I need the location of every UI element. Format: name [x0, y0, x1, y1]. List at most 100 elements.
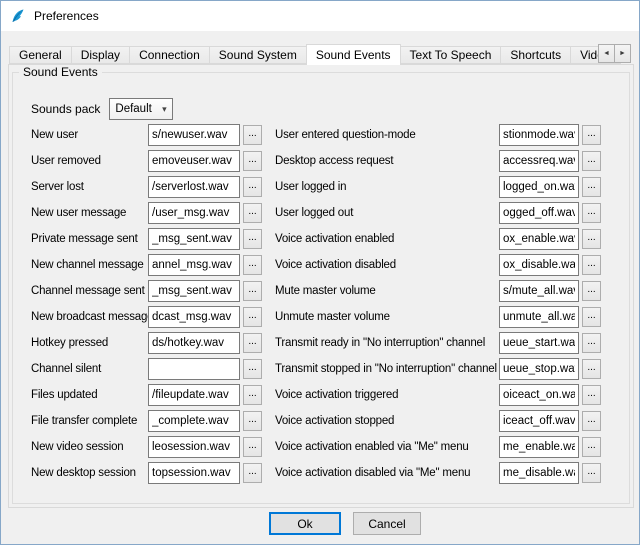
sound-event-row: Files updated...: [31, 384, 262, 406]
sound-event-row: Voice activation stopped...: [275, 410, 601, 432]
sound-event-row: Hotkey pressed...: [31, 332, 262, 354]
sound-file-input[interactable]: [148, 462, 240, 484]
browse-button[interactable]: ...: [243, 333, 262, 353]
browse-button[interactable]: ...: [582, 177, 601, 197]
sound-file-input[interactable]: [499, 462, 579, 484]
sound-event-label: New broadcast message: [31, 311, 148, 323]
sound-event-row: Desktop access request...: [275, 150, 601, 172]
browse-button[interactable]: ...: [243, 359, 262, 379]
browse-button[interactable]: ...: [582, 385, 601, 405]
sound-file-input[interactable]: [499, 228, 579, 250]
sound-event-label: Mute master volume: [275, 285, 499, 297]
sound-file-input[interactable]: [499, 358, 579, 380]
sounds-pack-combobox[interactable]: Default ▾: [109, 98, 173, 120]
browse-button[interactable]: ...: [582, 307, 601, 327]
sound-event-label: Voice activation disabled via "Me" menu: [275, 467, 499, 479]
sound-file-input[interactable]: [499, 410, 579, 432]
browse-button[interactable]: ...: [243, 411, 262, 431]
sound-event-label: Voice activation enabled: [275, 233, 499, 245]
sound-event-row: Server lost...: [31, 176, 262, 198]
browse-button[interactable]: ...: [243, 125, 262, 145]
sound-file-input[interactable]: [148, 124, 240, 146]
preferences-window: Preferences GeneralDisplayConnectionSoun…: [0, 0, 640, 545]
sounds-pack-label: Sounds pack: [31, 102, 100, 116]
sound-event-label: New user: [31, 129, 148, 141]
sound-file-input[interactable]: [499, 176, 579, 198]
sound-file-input[interactable]: [148, 202, 240, 224]
tab-general[interactable]: General: [9, 46, 72, 64]
browse-button[interactable]: ...: [243, 151, 262, 171]
sound-file-input[interactable]: [499, 332, 579, 354]
browse-button[interactable]: ...: [582, 229, 601, 249]
tab-strip: GeneralDisplayConnectionSound SystemSoun…: [9, 44, 620, 64]
browse-button[interactable]: ...: [582, 203, 601, 223]
sound-event-label: Server lost: [31, 181, 148, 193]
browse-button[interactable]: ...: [243, 437, 262, 457]
browse-button[interactable]: ...: [582, 125, 601, 145]
tab-shortcuts[interactable]: Shortcuts: [500, 46, 571, 64]
sound-event-label: Desktop access request: [275, 155, 499, 167]
sound-file-input[interactable]: [148, 280, 240, 302]
sound-event-label: New desktop session: [31, 467, 148, 479]
sound-file-input[interactable]: [148, 436, 240, 458]
browse-button[interactable]: ...: [243, 307, 262, 327]
sound-file-input[interactable]: [148, 254, 240, 276]
browse-button[interactable]: ...: [582, 333, 601, 353]
browse-button[interactable]: ...: [243, 463, 262, 483]
sound-file-input[interactable]: [499, 280, 579, 302]
tab-sound-events[interactable]: Sound Events: [306, 44, 401, 65]
tab-scroll-right-button[interactable]: ►: [614, 44, 631, 63]
sound-event-row: Private message sent...: [31, 228, 262, 250]
cancel-button[interactable]: Cancel: [353, 512, 421, 535]
sound-file-input[interactable]: [499, 202, 579, 224]
sound-event-label: Voice activation triggered: [275, 389, 499, 401]
sound-file-input[interactable]: [148, 150, 240, 172]
sound-event-label: Voice activation disabled: [275, 259, 499, 271]
sound-file-input[interactable]: [148, 410, 240, 432]
sound-events-columns: New user...User removed...Server lost...…: [31, 124, 623, 499]
sound-file-input[interactable]: [499, 254, 579, 276]
sound-event-row: User removed...: [31, 150, 262, 172]
tab-pane: Sound Events Sounds pack Default ▾ New u…: [8, 64, 634, 508]
sound-file-input[interactable]: [499, 150, 579, 172]
tab-bar: GeneralDisplayConnectionSound SystemSoun…: [9, 44, 631, 64]
sound-event-label: New channel message: [31, 259, 148, 271]
browse-button[interactable]: ...: [582, 359, 601, 379]
sound-event-row: New user message...: [31, 202, 262, 224]
sound-file-input[interactable]: [148, 176, 240, 198]
sound-file-input[interactable]: [499, 384, 579, 406]
sound-file-input[interactable]: [499, 124, 579, 146]
browse-button[interactable]: ...: [243, 177, 262, 197]
group-title: Sound Events: [19, 65, 102, 79]
sound-file-input[interactable]: [148, 358, 240, 380]
sound-event-row: Voice activation enabled via "Me" menu..…: [275, 436, 601, 458]
sound-event-label: New video session: [31, 441, 148, 453]
browse-button[interactable]: ...: [582, 281, 601, 301]
browse-button[interactable]: ...: [582, 463, 601, 483]
sound-event-label: Voice activation stopped: [275, 415, 499, 427]
browse-button[interactable]: ...: [582, 151, 601, 171]
sound-event-label: Transmit stopped in "No interruption" ch…: [275, 363, 499, 375]
sound-file-input[interactable]: [499, 436, 579, 458]
ok-button[interactable]: Ok: [269, 512, 341, 535]
browse-button[interactable]: ...: [582, 255, 601, 275]
browse-button[interactable]: ...: [243, 255, 262, 275]
sound-file-input[interactable]: [499, 306, 579, 328]
browse-button[interactable]: ...: [243, 229, 262, 249]
sound-file-input[interactable]: [148, 384, 240, 406]
sound-events-group: Sound Events Sounds pack Default ▾ New u…: [12, 72, 630, 504]
browse-button[interactable]: ...: [582, 437, 601, 457]
sound-file-input[interactable]: [148, 228, 240, 250]
browse-button[interactable]: ...: [582, 411, 601, 431]
tab-text-to-speech[interactable]: Text To Speech: [400, 46, 502, 64]
sound-file-input[interactable]: [148, 332, 240, 354]
tab-scroll-left-button[interactable]: ◄: [598, 44, 615, 63]
browse-button[interactable]: ...: [243, 281, 262, 301]
tab-connection[interactable]: Connection: [129, 46, 210, 64]
sound-file-input[interactable]: [148, 306, 240, 328]
sound-event-label: Channel silent: [31, 363, 148, 375]
browse-button[interactable]: ...: [243, 203, 262, 223]
browse-button[interactable]: ...: [243, 385, 262, 405]
tab-sound-system[interactable]: Sound System: [209, 46, 307, 64]
tab-display[interactable]: Display: [71, 46, 130, 64]
